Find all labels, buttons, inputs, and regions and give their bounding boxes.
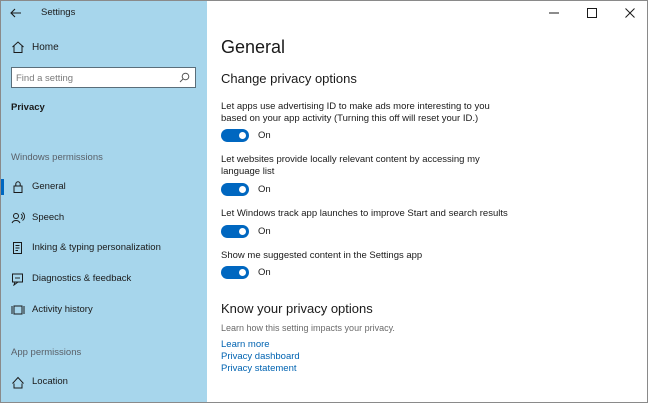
option-description: Let websites provide locally relevant co… bbox=[221, 154, 480, 177]
maximize-button[interactable] bbox=[573, 1, 611, 25]
toggle-switch-suggested-content[interactable] bbox=[221, 266, 249, 279]
main-content: General Change privacy options Let apps … bbox=[207, 1, 647, 402]
toggle-row-app-launches: On bbox=[221, 224, 341, 240]
minimize-icon bbox=[549, 12, 559, 14]
back-button[interactable] bbox=[5, 3, 27, 23]
minimize-button[interactable] bbox=[535, 1, 573, 25]
search-input[interactable] bbox=[16, 71, 171, 85]
toggle-state-label: On bbox=[258, 226, 271, 237]
sidebar-item-location[interactable]: Location bbox=[1, 371, 207, 393]
home-icon bbox=[12, 41, 24, 53]
sidebar-item-diagnostics[interactable]: Diagnostics & feedback bbox=[1, 268, 207, 290]
maximize-icon bbox=[587, 8, 597, 18]
lock-icon bbox=[13, 181, 23, 193]
option-description: Let apps use advertising ID to make ads … bbox=[221, 101, 490, 124]
activity-icon bbox=[11, 305, 25, 315]
sidebar-item-general[interactable]: General bbox=[1, 176, 207, 198]
sidebar: Settings Home Privacy Windows permission… bbox=[1, 1, 207, 402]
section-heading-change-privacy: Change privacy options bbox=[221, 71, 357, 86]
sidebar-item-label: General bbox=[32, 181, 66, 192]
section-label-windows-permissions: Windows permissions bbox=[11, 152, 103, 163]
settings-window: Settings Home Privacy Windows permission… bbox=[0, 0, 648, 403]
section-label-app-permissions: App permissions bbox=[11, 347, 82, 358]
sidebar-item-speech[interactable]: Speech bbox=[1, 207, 207, 229]
toggle-state-label: On bbox=[258, 130, 271, 141]
sidebar-item-label: Speech bbox=[32, 212, 65, 223]
app-title: Settings bbox=[41, 7, 76, 18]
option-description: Show me suggested content in the Setting… bbox=[221, 250, 423, 261]
sidebar-item-label: Home bbox=[32, 42, 59, 53]
learn-more-link[interactable]: Learn more bbox=[221, 339, 270, 350]
close-button[interactable] bbox=[611, 1, 647, 25]
section-heading-know-privacy: Know your privacy options bbox=[221, 301, 373, 316]
category-title: Privacy bbox=[11, 102, 45, 113]
sidebar-item-activity-history[interactable]: Activity history bbox=[1, 299, 207, 321]
title-bar: Settings bbox=[1, 1, 207, 25]
toggle-switch-app-launches[interactable] bbox=[221, 225, 249, 238]
sidebar-item-inking[interactable]: Inking & typing personalization bbox=[1, 237, 207, 259]
back-arrow-icon bbox=[10, 8, 21, 18]
sidebar-item-label: Inking & typing personalization bbox=[32, 242, 161, 253]
privacy-dashboard-link[interactable]: Privacy dashboard bbox=[221, 351, 300, 362]
location-icon bbox=[12, 376, 24, 389]
toggle-switch-language-list[interactable] bbox=[221, 183, 249, 196]
diagnostics-icon bbox=[12, 273, 23, 286]
sidebar-item-label: Activity history bbox=[32, 304, 93, 315]
option-description: Let Windows track app launches to improv… bbox=[221, 208, 508, 219]
toggle-row-language-list: On bbox=[221, 182, 341, 198]
toggle-state-label: On bbox=[258, 184, 271, 195]
toggle-state-label: On bbox=[258, 267, 271, 278]
privacy-statement-link[interactable]: Privacy statement bbox=[221, 363, 297, 374]
section-subtext: Learn how this setting impacts your priv… bbox=[221, 323, 395, 333]
toggle-row-suggested-content: On bbox=[221, 265, 341, 281]
page-title: General bbox=[221, 37, 286, 57]
inking-icon bbox=[13, 242, 22, 254]
sidebar-item-label: Diagnostics & feedback bbox=[32, 273, 132, 284]
sidebar-item-home[interactable]: Home bbox=[1, 38, 207, 58]
speech-icon bbox=[11, 212, 25, 224]
toggle-switch-advertising-id[interactable] bbox=[221, 129, 249, 142]
window-controls bbox=[535, 1, 647, 25]
close-icon bbox=[625, 8, 635, 18]
search-box[interactable] bbox=[11, 67, 196, 88]
toggle-row-advertising-id: On bbox=[221, 128, 341, 144]
search-icon[interactable] bbox=[179, 72, 190, 83]
sidebar-item-label: Location bbox=[32, 376, 68, 387]
